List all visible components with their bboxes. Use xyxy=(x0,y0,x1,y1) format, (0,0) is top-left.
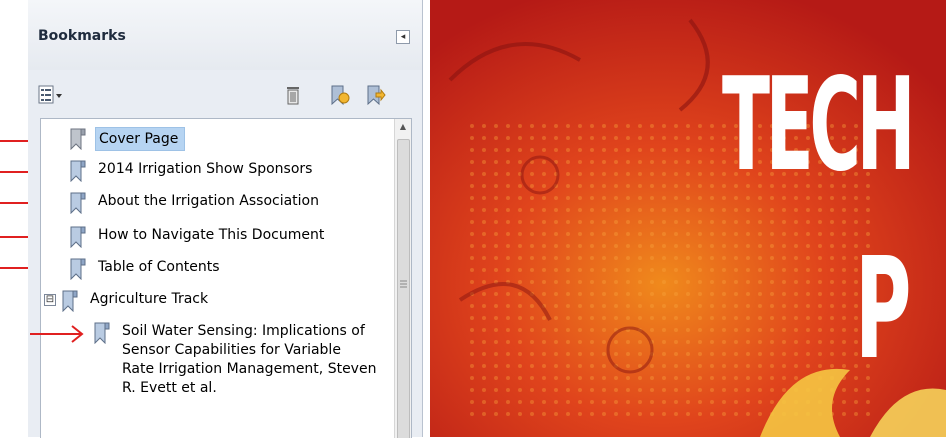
bookmark-label: How to Navigate This Document xyxy=(98,227,325,243)
collapse-toggle[interactable]: ⊟ xyxy=(44,294,56,306)
bookmark-icon xyxy=(70,160,86,182)
scroll-up-button[interactable]: ▲ xyxy=(395,119,411,135)
cover-title-line2: P xyxy=(855,228,912,391)
bookmark-item-sponsors[interactable]: 2014 Irrigation Show Sponsors xyxy=(41,157,391,185)
cover-title-line1: TECH xyxy=(722,51,915,200)
bookmarks-panel: Bookmarks ◂ ▲ Cover Page 2014 Irrigation… xyxy=(28,0,423,438)
bookmark-icon xyxy=(70,192,86,214)
scroll-thumb[interactable] xyxy=(397,139,410,438)
panel-title: Bookmarks xyxy=(38,28,126,44)
document-page-preview[interactable]: TECH P xyxy=(430,0,946,437)
bookmark-icon xyxy=(70,226,86,248)
bookmark-icon xyxy=(70,258,86,280)
grip-icon xyxy=(400,280,407,288)
bookmark-label: Cover Page xyxy=(95,127,186,151)
collapse-panel-button[interactable]: ◂ xyxy=(396,30,410,44)
bookmark-label: Soil Water Sensing: Implications of Sens… xyxy=(122,323,377,396)
bookmark-item-navigate[interactable]: How to Navigate This Document xyxy=(41,223,391,251)
bookmark-item-toc[interactable]: Table of Contents xyxy=(41,255,391,283)
bookmark-item-agriculture-track[interactable]: ⊟ Agriculture Track xyxy=(41,287,391,315)
bookmark-label: Agriculture Track xyxy=(90,291,209,307)
bookmark-icon xyxy=(62,290,78,312)
bookmark-label: 2014 Irrigation Show Sponsors xyxy=(98,161,313,177)
bookmark-label: About the Irrigation Association xyxy=(98,193,319,209)
new-bookmark-icon[interactable] xyxy=(328,84,350,106)
trash-icon[interactable] xyxy=(282,84,304,106)
annotation-arrow-child xyxy=(30,325,84,343)
bookmark-item-cover-page[interactable]: Cover Page xyxy=(41,125,391,153)
bookmark-arrow-icon[interactable] xyxy=(364,84,386,106)
bookmark-icon xyxy=(70,128,86,150)
bookmark-item-about[interactable]: About the Irrigation Association xyxy=(41,189,391,217)
scrollbar[interactable]: ▲ xyxy=(394,119,411,438)
bookmark-list[interactable]: ▲ Cover Page 2014 Irrigation Show Sponso… xyxy=(40,118,412,438)
bookmark-label: Table of Contents xyxy=(98,259,220,275)
options-menu-icon[interactable] xyxy=(38,84,64,106)
panel-header: Bookmarks ◂ xyxy=(28,0,422,70)
bookmarks-toolbar xyxy=(28,78,422,118)
